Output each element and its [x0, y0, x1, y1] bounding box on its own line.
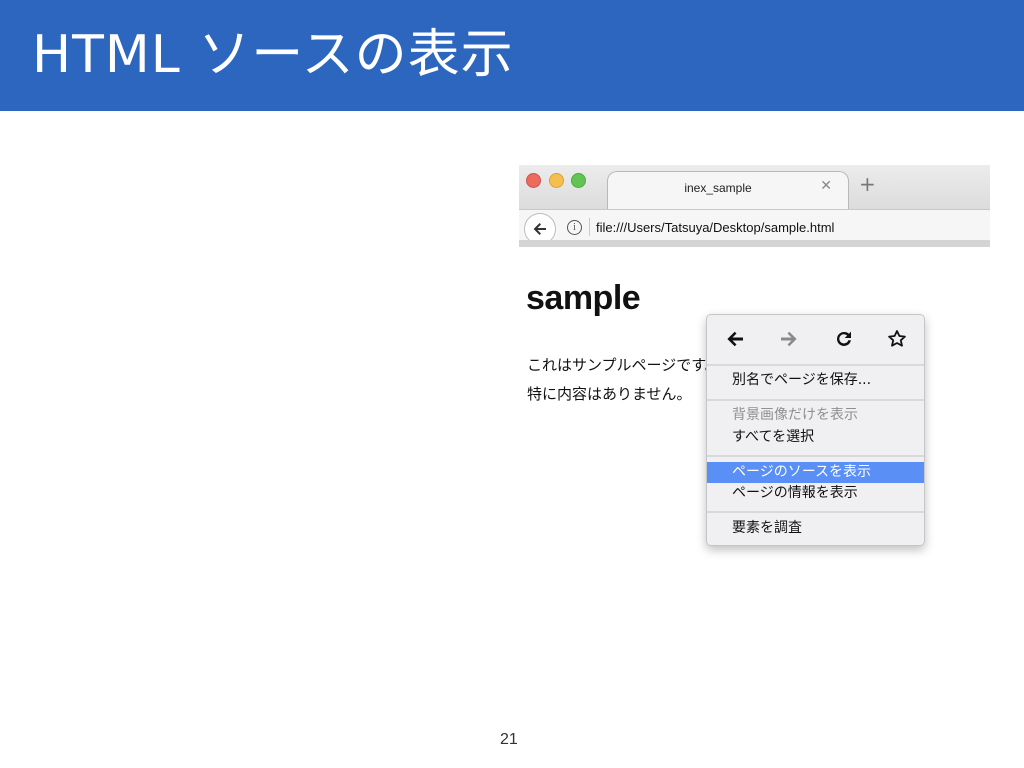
browser-window-screenshot: inex_sample ✕ + i file:///Users/Tatsuya/…: [519, 165, 990, 247]
tab-title: inex_sample: [684, 181, 752, 195]
url-field[interactable]: file:///Users/Tatsuya/Desktop/sample.htm…: [596, 220, 834, 235]
tab-strip: inex_sample ✕ +: [519, 165, 990, 212]
minimize-window-button[interactable]: [549, 173, 564, 188]
info-icon[interactable]: i: [567, 220, 582, 235]
menu-separator: [707, 399, 924, 401]
browser-tab[interactable]: inex_sample ✕: [607, 171, 849, 212]
zoom-window-button[interactable]: [571, 173, 586, 188]
bookmark-star-icon[interactable]: [887, 329, 907, 349]
slide-title: HTML ソースの表示: [32, 25, 514, 85]
context-menu: 別名でページを保存... 背景画像だけを表示 すべてを選択 ページのソースを表示…: [706, 314, 925, 546]
plus-icon[interactable]: +: [859, 174, 876, 194]
toolbar-bottom-border: [519, 240, 990, 247]
slide: HTML ソースの表示 inex_sample ✕ + i file:///Us…: [0, 0, 1024, 768]
close-window-button[interactable]: [526, 173, 541, 188]
menu-item-view-page-source[interactable]: ページのソースを表示: [707, 462, 924, 483]
menu-item-inspect-element[interactable]: 要素を調査: [707, 518, 924, 539]
page-number: 21: [500, 731, 518, 748]
title-bar: HTML ソースの表示: [0, 0, 1024, 111]
body-text-line-1: これはサンプルページです。: [527, 356, 709, 374]
menu-item-select-all[interactable]: すべてを選択: [707, 427, 924, 448]
back-arrow-icon: [533, 223, 546, 235]
back-arrow-icon[interactable]: [725, 329, 745, 349]
menu-item-view-page-info[interactable]: ページの情報を表示: [707, 483, 924, 504]
body-text-line-2: 特に内容はありません。: [527, 385, 692, 403]
menu-item-view-background-image: 背景画像だけを表示: [732, 407, 858, 423]
menu-separator: [707, 511, 924, 513]
context-menu-nav-row: [707, 315, 924, 363]
navigation-bar: i file:///Users/Tatsuya/Desktop/sample.h…: [519, 209, 990, 245]
reload-icon[interactable]: [834, 329, 854, 349]
menu-separator: [707, 455, 924, 457]
page-heading: sample: [526, 279, 641, 317]
close-icon[interactable]: ✕: [820, 178, 832, 194]
menu-separator: [707, 364, 924, 366]
url-separator: [589, 218, 590, 236]
menu-item-save-page-as[interactable]: 別名でページを保存...: [707, 370, 924, 391]
forward-arrow-icon[interactable]: [779, 329, 799, 349]
